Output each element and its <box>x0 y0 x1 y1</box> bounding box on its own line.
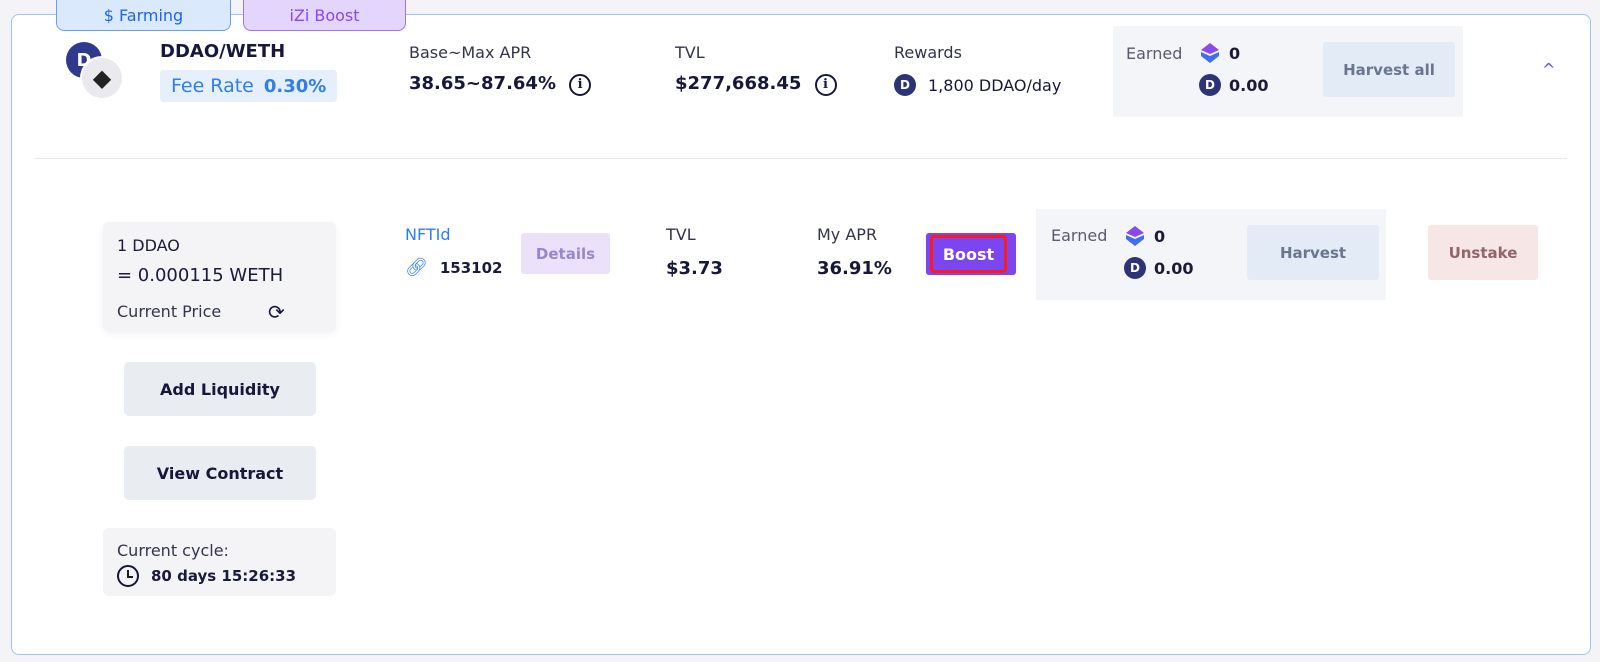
position-earned-label: Earned <box>1051 226 1108 245</box>
ddao-token-icon: D <box>1124 257 1146 279</box>
rewards-label: Rewards <box>894 43 962 62</box>
add-liquidity-button[interactable]: Add Liquidity <box>124 362 316 416</box>
pool-earned-ddao: 0.00 <box>1229 75 1269 95</box>
info-icon[interactable]: i <box>569 73 592 96</box>
my-apr-value: 36.91% <box>817 258 892 279</box>
harvest-all-button[interactable]: Harvest all <box>1323 42 1455 97</box>
pool-earned-izi-row: 0 <box>1199 42 1240 64</box>
izi-boost-tag: iZi Boost <box>243 0 406 31</box>
details-button[interactable]: Details <box>521 233 610 274</box>
chevron-up-icon[interactable]: ^ <box>1542 60 1555 79</box>
fee-rate-badge: Fee Rate 0.30% <box>160 70 338 102</box>
pool-earned-label: Earned <box>1126 44 1183 63</box>
link-icon[interactable]: 🔗︎ <box>405 257 428 278</box>
current-cycle-label: Current cycle: <box>117 541 229 560</box>
harvest-button[interactable]: Harvest <box>1247 225 1379 280</box>
info-icon[interactable]: i <box>814 73 837 96</box>
nft-id-row: 🔗︎ 153102 <box>405 257 502 278</box>
boost-button[interactable]: Boost <box>930 235 1007 273</box>
pool-earned-ddao-row: D 0.00 <box>1199 74 1268 96</box>
nft-id-value[interactable]: 153102 <box>440 259 503 277</box>
fee-rate-label: Fee Rate <box>171 75 254 97</box>
token-pair-icons: D ◆ <box>66 42 128 102</box>
tvl-label: TVL <box>675 43 705 62</box>
refresh-icon[interactable]: ⟳ <box>268 300 285 324</box>
eth-coin-icon: ◆ <box>82 58 122 98</box>
current-cycle-value: 80 days 15:26:33 <box>151 567 297 585</box>
farming-tag: $ Farming <box>56 0 231 31</box>
position-earned-ddao-row: D 0.00 <box>1124 257 1193 279</box>
izi-token-icon <box>1201 43 1219 63</box>
my-apr-label: My APR <box>817 225 878 244</box>
nft-id-label: NFTId <box>405 225 451 244</box>
position-earned-ddao: 0.00 <box>1154 258 1194 278</box>
rewards-value: 1,800 DDAO/day <box>928 75 1062 95</box>
position-earned-izi: 0 <box>1154 226 1166 246</box>
pool-earned-izi: 0 <box>1229 43 1241 63</box>
apr-value-row: 38.65~87.64% i <box>409 73 592 96</box>
tvl-value: $277,668.45 <box>675 73 802 94</box>
view-contract-button[interactable]: View Contract <box>124 446 316 500</box>
clock-icon <box>117 565 139 587</box>
price-line1: 1 DDAO <box>117 236 180 255</box>
boost-button-frame: Boost <box>926 233 1016 275</box>
fee-rate-value: 0.30% <box>263 75 327 97</box>
rewards-row: D 1,800 DDAO/day <box>894 74 1061 96</box>
apr-label: Base~Max APR <box>409 43 532 62</box>
position-earned-izi-row: 0 <box>1124 225 1165 247</box>
unstake-button[interactable]: Unstake <box>1428 225 1538 280</box>
tvl-value-row: $277,668.45 i <box>675 73 837 96</box>
ddao-token-icon: D <box>1199 74 1221 96</box>
current-price-label: Current Price <box>117 302 222 321</box>
current-cycle-row: 80 days 15:26:33 <box>117 565 296 587</box>
position-tvl-label: TVL <box>666 225 696 244</box>
ddao-token-icon: D <box>894 74 916 96</box>
pair-name: DDAO/WETH <box>160 41 286 62</box>
divider <box>34 158 1567 159</box>
izi-token-icon <box>1126 226 1144 246</box>
position-tvl-value: $3.73 <box>666 258 723 279</box>
price-line2: = 0.000115 WETH <box>117 265 284 286</box>
apr-value: 38.65~87.64% <box>409 73 556 94</box>
